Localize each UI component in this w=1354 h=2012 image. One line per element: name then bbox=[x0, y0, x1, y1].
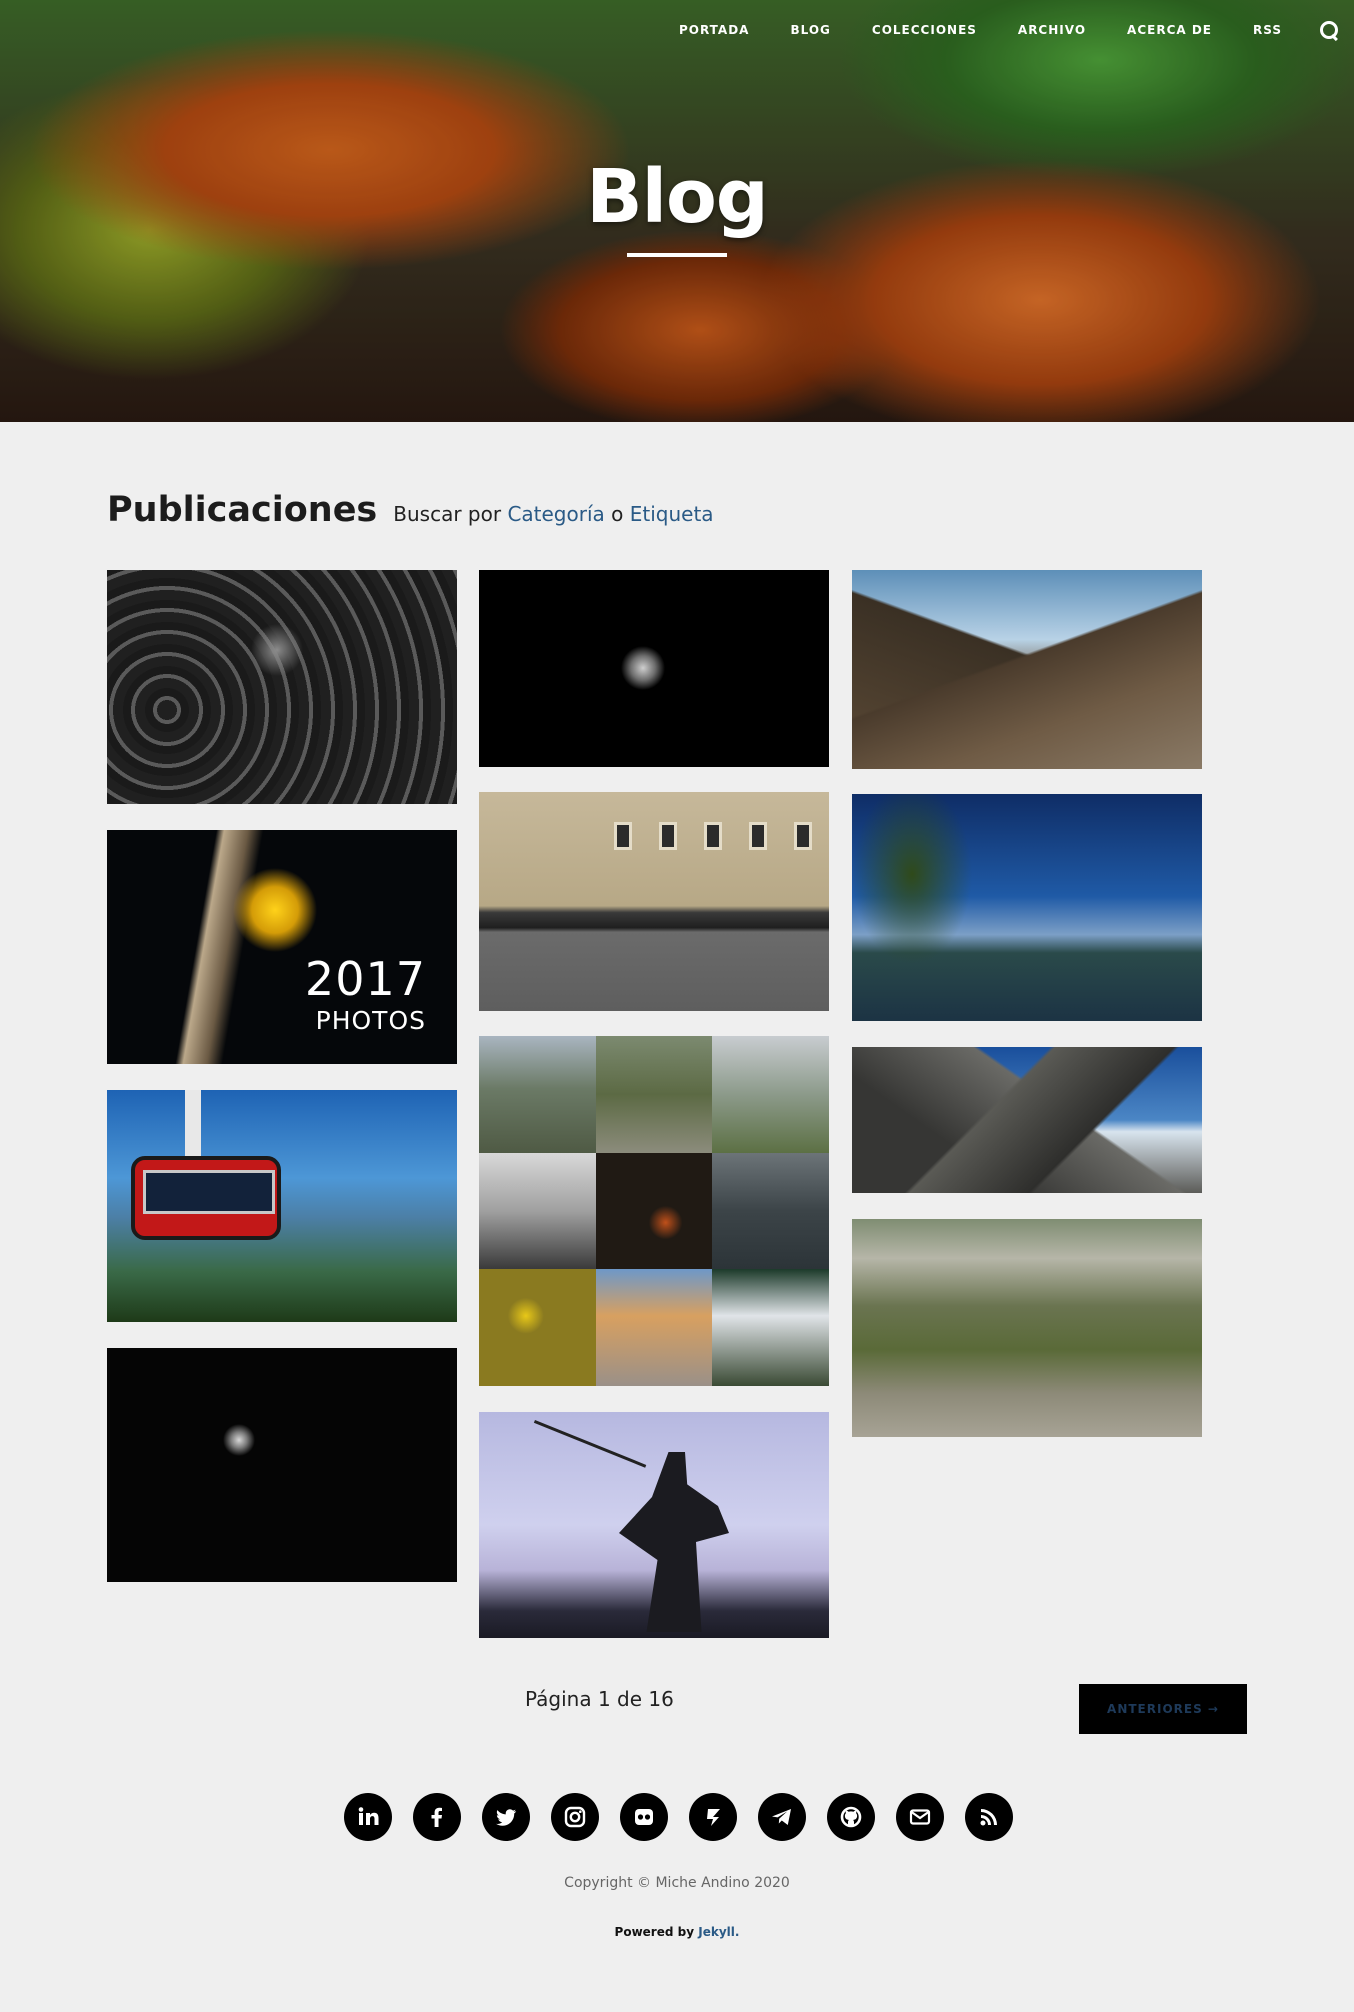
page-title: Blog bbox=[586, 154, 769, 240]
post-thumbnail-statue[interactable] bbox=[479, 1412, 829, 1638]
flickr-icon[interactable] bbox=[620, 1793, 668, 1841]
search-by-text: Buscar por Categoría o Etiqueta bbox=[393, 502, 713, 526]
nav-item-portada[interactable]: PORTADA bbox=[679, 23, 750, 37]
post-thumbnail-moon-dark[interactable] bbox=[107, 1348, 457, 1582]
or-text: o bbox=[611, 502, 624, 526]
collage-cell bbox=[595, 1269, 713, 1386]
collage-cell bbox=[712, 1269, 829, 1386]
nav-item-rss[interactable]: RSS bbox=[1253, 23, 1282, 37]
building-window bbox=[749, 822, 767, 850]
cable-car-arm bbox=[185, 1090, 201, 1160]
older-posts-button[interactable]: ANTERIORES → bbox=[1079, 1684, 1247, 1734]
rss-icon[interactable] bbox=[965, 1793, 1013, 1841]
thumbnail-year-text: 2017 bbox=[304, 952, 426, 1006]
post-thumbnail-collage[interactable] bbox=[479, 1036, 829, 1386]
social-links bbox=[344, 1793, 1034, 1841]
collage-cell bbox=[595, 1036, 713, 1153]
post-thumbnail-hiking-trail[interactable] bbox=[852, 1219, 1202, 1437]
nav-item-blog[interactable]: BLOG bbox=[790, 23, 830, 37]
page-indicator: Página 1 de 16 bbox=[525, 1687, 674, 1711]
tag-link[interactable]: Etiqueta bbox=[630, 502, 714, 526]
jekyll-link[interactable]: Jekyll. bbox=[698, 1925, 739, 1939]
building-window bbox=[614, 822, 632, 850]
email-icon[interactable] bbox=[896, 1793, 944, 1841]
post-thumbnail-2017-photos[interactable]: 2017 PHOTOS bbox=[107, 830, 457, 1064]
github-icon[interactable] bbox=[827, 1793, 875, 1841]
building-window bbox=[659, 822, 677, 850]
collage-cell bbox=[712, 1036, 829, 1153]
collage-cell bbox=[595, 1152, 713, 1270]
title-underline bbox=[627, 253, 727, 257]
collage-cell bbox=[479, 1152, 596, 1270]
post-thumbnail-crowd[interactable] bbox=[107, 570, 457, 804]
category-link[interactable]: Categoría bbox=[507, 502, 604, 526]
statue-figure bbox=[619, 1452, 729, 1632]
post-thumbnail-mountain-peak[interactable] bbox=[852, 1047, 1202, 1193]
post-thumbnail-lake-palms[interactable] bbox=[852, 794, 1202, 1021]
building-window bbox=[794, 822, 812, 850]
nav-item-acerca-de[interactable]: ACERCA DE bbox=[1127, 23, 1212, 37]
post-thumbnail-moon-eclipse[interactable] bbox=[479, 570, 829, 767]
nav-item-colecciones[interactable]: COLECCIONES bbox=[872, 23, 977, 37]
500px-icon[interactable] bbox=[689, 1793, 737, 1841]
post-thumbnail-plaza[interactable] bbox=[479, 792, 829, 1011]
cable-car bbox=[131, 1156, 281, 1240]
nav-item-archivo[interactable]: ARCHIVO bbox=[1018, 23, 1086, 37]
post-thumbnail-cable-car[interactable] bbox=[107, 1090, 457, 1322]
instagram-icon[interactable] bbox=[551, 1793, 599, 1841]
facebook-icon[interactable] bbox=[413, 1793, 461, 1841]
linkedin-icon[interactable] bbox=[344, 1793, 392, 1841]
hero-header: PORTADA BLOG COLECCIONES ARCHIVO ACERCA … bbox=[0, 0, 1354, 422]
twitter-icon[interactable] bbox=[482, 1793, 530, 1841]
collage-cell bbox=[712, 1152, 829, 1270]
powered-prefix: Powered by bbox=[614, 1925, 695, 1939]
section-title: Publicaciones bbox=[107, 490, 378, 530]
main-nav: PORTADA BLOG COLECCIONES ARCHIVO ACERCA … bbox=[638, 18, 1354, 42]
powered-by: Powered by Jekyll. bbox=[0, 1925, 1354, 1939]
post-thumbnail-valley[interactable] bbox=[852, 570, 1202, 769]
thumbnail-photos-text: PHOTOS bbox=[315, 1006, 426, 1035]
statue-sword bbox=[533, 1420, 647, 1468]
copyright-text: Copyright © Miche Andino 2020 bbox=[564, 1875, 790, 1891]
search-prefix: Buscar por bbox=[393, 502, 502, 526]
section-heading: Publicaciones Buscar por Categoría o Eti… bbox=[107, 490, 714, 530]
telegram-icon[interactable] bbox=[758, 1793, 806, 1841]
building-window bbox=[704, 822, 722, 850]
collage-cell bbox=[479, 1269, 596, 1386]
collage-cell bbox=[479, 1036, 596, 1153]
search-icon[interactable] bbox=[1318, 19, 1340, 41]
